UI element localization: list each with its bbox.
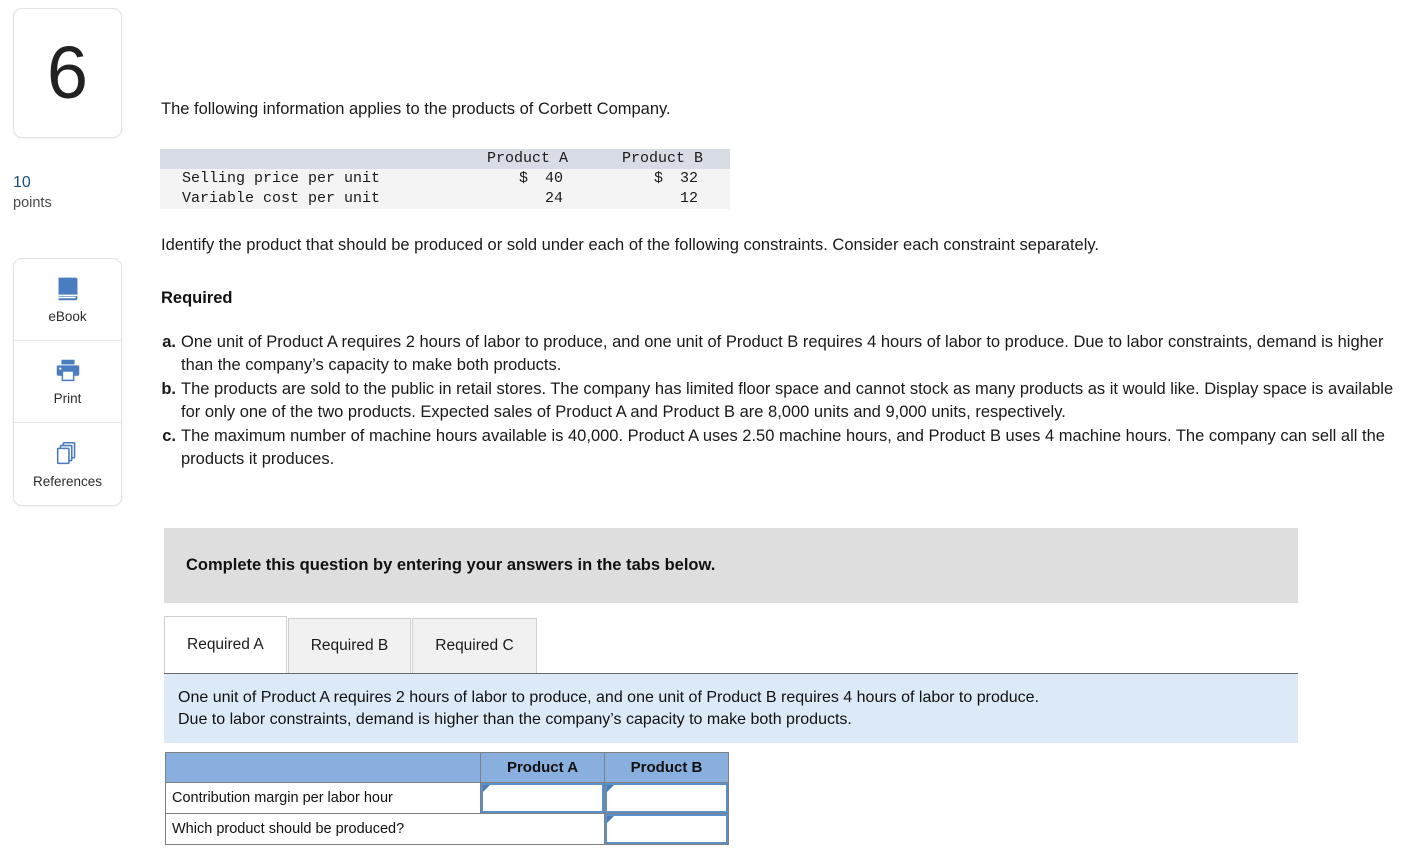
references-button[interactable]: References xyxy=(14,423,121,505)
which-product-produced-input[interactable] xyxy=(605,814,728,844)
list-item: c. The maximum number of machine hours a… xyxy=(161,425,1398,471)
answer-table: Product A Product B Contribution margin … xyxy=(165,752,729,845)
tab-required-a[interactable]: Required A xyxy=(164,616,287,673)
tab-label: Required B xyxy=(310,637,389,654)
left-sidebar: 6 10 points eBook Print References xyxy=(0,0,155,852)
table-row: Variable cost per unit 24 12 xyxy=(160,189,730,209)
list-item-bullet: a. xyxy=(162,333,176,351)
question-number: 6 xyxy=(46,31,89,114)
ebook-label: eBook xyxy=(48,309,87,324)
info-row-value-a: $40 xyxy=(460,169,595,189)
list-item: b. The products are sold to the public i… xyxy=(161,378,1398,424)
amount: 24 xyxy=(544,190,563,207)
tab-instruction-line-1: One unit of Product A requires 2 hours o… xyxy=(178,688,1039,706)
list-item: a. One unit of Product A requires 2 hour… xyxy=(161,331,1398,377)
ebook-button[interactable]: eBook xyxy=(14,259,121,341)
tab-strip: Required A Required B Required C xyxy=(164,614,1298,673)
answer-cell-product-b[interactable] xyxy=(604,813,729,845)
answer-table-body: Contribution margin per labor hour Which… xyxy=(165,782,729,845)
tab-required-c[interactable]: Required C xyxy=(412,618,537,673)
product-info-table: Product A Product B Selling price per un… xyxy=(160,149,730,209)
table-row: Selling price per unit $40 $32 xyxy=(160,169,730,189)
answer-row-label: Contribution margin per labor hour xyxy=(165,782,481,814)
tab-instruction-line-2: Due to labor constraints, demand is high… xyxy=(178,710,852,728)
answer-row-label: Which product should be produced? xyxy=(165,813,605,845)
table-row: Contribution margin per labor hour xyxy=(165,782,729,814)
references-label: References xyxy=(32,473,103,489)
tab-required-b[interactable]: Required B xyxy=(287,618,412,673)
answer-header-blank xyxy=(165,752,481,783)
tab-label: Required A xyxy=(187,636,264,653)
table-row: Which product should be produced? xyxy=(165,813,729,845)
copy-pages-icon xyxy=(53,439,83,469)
instruction-banner-text: Complete this question by entering your … xyxy=(186,556,716,574)
answer-cell-product-a[interactable] xyxy=(480,782,605,814)
answer-table-head: Product A Product B xyxy=(165,752,729,783)
tab-instruction-text: One unit of Product A requires 2 hours o… xyxy=(164,687,1039,731)
answer-cell-product-b[interactable] xyxy=(604,782,729,814)
info-row-label: Variable cost per unit xyxy=(182,190,381,207)
list-item-bullet: c. xyxy=(162,427,176,445)
currency-symbol: $ xyxy=(654,170,664,187)
printer-icon xyxy=(53,356,83,386)
question-page: 6 10 points eBook Print References The f… xyxy=(0,0,1404,852)
info-header-blank xyxy=(160,149,460,169)
tool-card: eBook Print References xyxy=(13,258,122,506)
amount: 32 xyxy=(679,170,698,187)
info-header-product-b: Product B xyxy=(621,150,703,167)
info-table-body: Selling price per unit $40 $32 Variable … xyxy=(160,169,730,209)
list-item-text: The products are sold to the public in r… xyxy=(181,380,1394,421)
contribution-margin-product-b-input[interactable] xyxy=(605,783,728,813)
amount: 40 xyxy=(544,170,563,187)
amount: 12 xyxy=(679,190,698,207)
info-row-label: Selling price per unit xyxy=(182,170,381,187)
tab-instruction-box: One unit of Product A requires 2 hours o… xyxy=(164,673,1298,743)
required-heading: Required xyxy=(161,289,233,307)
currency-symbol: $ xyxy=(519,170,529,187)
question-number-card: 6 xyxy=(13,8,122,138)
identify-text: Identify the product that should be prod… xyxy=(161,236,1100,254)
requirements-list: a. One unit of Product A requires 2 hour… xyxy=(161,331,1398,472)
print-label: Print xyxy=(53,391,82,406)
list-item-text: The maximum number of machine hours avai… xyxy=(181,427,1385,468)
answer-header-product-a: Product A xyxy=(480,752,605,783)
main-content: The following information applies to the… xyxy=(155,0,1404,852)
points-block: 10 points xyxy=(13,172,133,213)
answer-header-product-b: Product B xyxy=(604,752,729,783)
contribution-margin-product-a-input[interactable] xyxy=(481,783,604,813)
book-icon xyxy=(53,274,83,304)
print-button[interactable]: Print xyxy=(14,341,121,423)
info-row-value-b: 12 xyxy=(595,189,730,209)
info-row-value-b: $32 xyxy=(595,169,730,189)
intro-text: The following information applies to the… xyxy=(161,100,671,118)
points-label: points xyxy=(13,195,52,211)
points-value: 10 xyxy=(13,174,31,191)
info-table-header-row: Product A Product B xyxy=(160,149,730,169)
instruction-banner: Complete this question by entering your … xyxy=(164,528,1298,603)
tabs-row: Required A Required B Required C xyxy=(164,616,538,673)
info-row-value-a: 24 xyxy=(460,189,595,209)
list-item-text: One unit of Product A requires 2 hours o… xyxy=(181,333,1384,374)
list-item-bullet: b. xyxy=(161,380,176,398)
info-table-head: Product A Product B xyxy=(160,149,730,169)
tab-label: Required C xyxy=(435,637,514,654)
info-header-product-a: Product A xyxy=(486,150,568,167)
answer-table-header-row: Product A Product B xyxy=(165,752,729,783)
